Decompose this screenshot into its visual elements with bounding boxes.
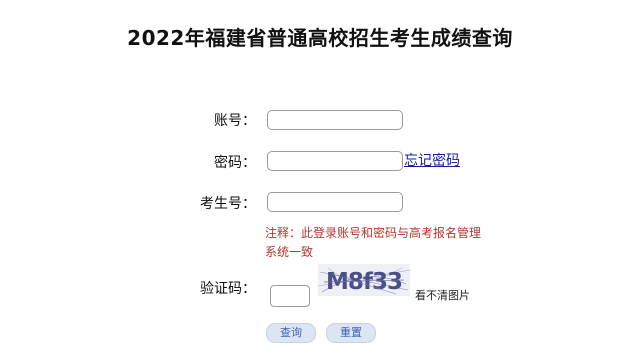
forgot-password-link[interactable]: 忘记密码 [404,150,460,170]
exam-number-label: 考生号： [200,196,256,212]
login-page: 2022年福建省普通高校招生考生成绩查询 账号： 密码： 忘记密码 考生号： 注… [0,0,640,364]
password-label: 密码： [214,155,256,171]
password-input[interactable] [267,151,403,171]
captcha-refresh-link[interactable]: 看不清图片 [415,287,470,303]
account-input[interactable] [267,110,403,130]
reset-button[interactable]: 重置 [326,323,376,343]
captcha-image[interactable]: M8f33 [318,264,410,296]
query-button[interactable]: 查询 [266,323,316,343]
login-note: 注释：此登录账号和密码与高考报名管理系统一致 [265,226,482,259]
captcha-input[interactable] [270,285,310,307]
page-title: 2022年福建省普通高校招生考生成绩查询 [127,26,513,50]
account-label: 账号： [214,113,256,129]
captcha-label: 验证码： [200,281,256,297]
exam-number-input[interactable] [267,192,403,212]
